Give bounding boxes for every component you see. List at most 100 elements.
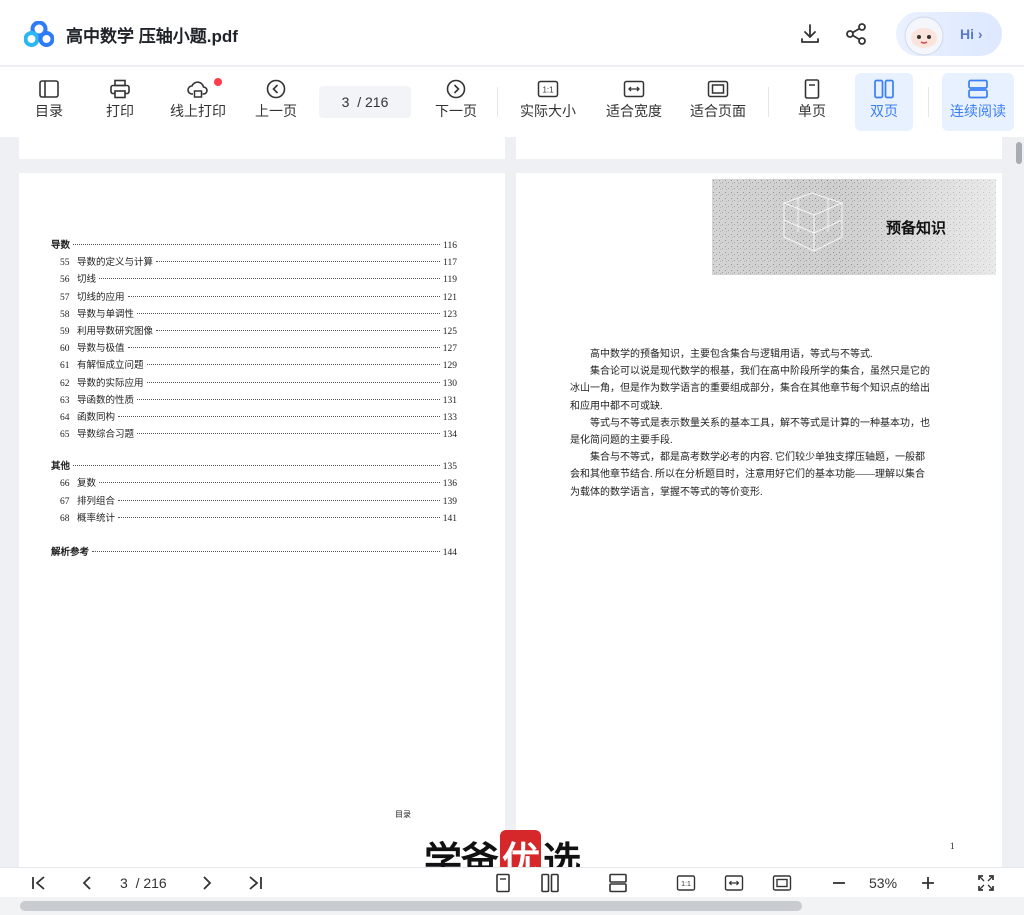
toc-entry[interactable]: 68 概率统计 141 xyxy=(51,510,457,527)
svg-text:1:1: 1:1 xyxy=(681,881,691,888)
toc-entry-page: 127 xyxy=(442,344,457,355)
toc-entry[interactable]: 61 有解恒成立问题 129 xyxy=(51,357,457,374)
toc-entry[interactable]: 55 导数的定义与计算 117 xyxy=(51,254,457,271)
toc-entry-title: 导数与单调性 xyxy=(77,309,135,320)
next-page-button[interactable]: 下一页 xyxy=(432,73,480,131)
double-page-button[interactable]: 双页 xyxy=(855,73,913,131)
horizontal-scrollbar-thumb[interactable] xyxy=(20,901,802,911)
toc-leader-dots xyxy=(137,433,440,435)
toc-entry-title: 导数综合习题 xyxy=(77,430,135,441)
fullscreen-icon[interactable] xyxy=(976,872,996,894)
chapter-banner-image xyxy=(712,179,996,275)
toc-leader-dots xyxy=(99,278,441,280)
toc-entry[interactable]: 其他 135 xyxy=(51,458,457,475)
prev-page-icon[interactable] xyxy=(78,872,96,894)
actual-size-icon[interactable]: 1:1 xyxy=(676,872,696,894)
toc-entry-page: 129 xyxy=(442,361,457,372)
table-of-contents: 导数 116 55 导数的定义与计算 117 56 切线 119 57 切线的应用 121 58 导数与… xyxy=(51,237,457,561)
toc-entry[interactable]: 58 导数与单调性 123 xyxy=(51,306,457,323)
toc-entry-title: 导数与极值 xyxy=(77,344,125,355)
toc-entry-title: 函数同构 xyxy=(77,412,116,423)
toc-entry[interactable]: 67 排列组合 139 xyxy=(51,493,457,510)
assistant-label: Hi › xyxy=(960,26,983,42)
toc-entry[interactable]: 62 导数的实际应用 130 xyxy=(51,375,457,392)
last-page-icon[interactable] xyxy=(246,872,264,894)
continuous-reading-button[interactable]: 连续阅读 xyxy=(942,73,1014,131)
toc-entry-title: 有解恒成立问题 xyxy=(77,361,144,372)
toc-entry[interactable]: 60 导数与极值 127 xyxy=(51,340,457,357)
toc-entry[interactable]: 59 利用导数研究图像 125 xyxy=(51,323,457,340)
svg-text:1:1: 1:1 xyxy=(542,86,554,95)
single-page-view-icon[interactable] xyxy=(494,872,512,894)
toc-button[interactable]: 目录 xyxy=(28,73,70,131)
toc-entry-number: 67 xyxy=(60,496,70,507)
toc-entry[interactable]: 导数 116 xyxy=(51,237,457,254)
toc-entry-title: 导数的实际应用 xyxy=(77,378,144,389)
toc-entry-page: 123 xyxy=(442,309,457,320)
toc-leader-dots xyxy=(73,244,441,245)
share-icon[interactable] xyxy=(844,22,868,46)
notification-dot xyxy=(214,78,222,86)
toc-entry[interactable]: 56 切线 119 xyxy=(51,271,457,288)
bottom-toolbar: 3 / 216 1:1 53% xyxy=(0,867,1024,897)
next-page-icon[interactable] xyxy=(198,872,216,894)
horizontal-scrollbar[interactable] xyxy=(0,897,1024,915)
page-right: 预备知识 高中数学的预备知识，主要包含集合与逻辑用语，等式与不等式. 集合论可以说… xyxy=(516,173,1002,867)
toc-leader-dots xyxy=(73,465,440,467)
toc-entry-page: 117 xyxy=(443,258,457,269)
fit-width-icon[interactable] xyxy=(724,872,744,894)
toc-entry-title: 切线 xyxy=(77,275,97,286)
toc-leader-dots xyxy=(92,551,440,552)
zoom-out-icon[interactable] xyxy=(830,872,848,894)
fit-page-icon[interactable] xyxy=(772,872,792,894)
toc-leader-dots xyxy=(118,499,440,501)
document-viewer[interactable]: 导数 116 55 导数的定义与计算 117 56 切线 119 57 切线的应用 121 58 导数与… xyxy=(0,137,1024,867)
toc-entry-title: 切线的应用 xyxy=(77,292,125,303)
toc-entry-page: 136 xyxy=(442,479,457,490)
single-page-button[interactable]: 单页 xyxy=(786,73,838,131)
vertical-scrollbar-thumb[interactable] xyxy=(1016,142,1022,164)
toc-entry-page: 141 xyxy=(442,513,457,524)
toc-entry-page: 130 xyxy=(442,378,457,389)
toc-entry-title: 概率统计 xyxy=(77,513,116,524)
continuous-view-icon[interactable] xyxy=(608,872,628,894)
bottom-page-indicator[interactable]: 3 / 216 xyxy=(120,872,167,894)
page-left: 导数 116 55 导数的定义与计算 117 56 切线 119 57 切线的应用 121 58 导数与… xyxy=(19,173,505,867)
prev-page-button[interactable]: 上一页 xyxy=(252,73,300,131)
fit-page-button[interactable]: 适合页面 xyxy=(686,73,750,131)
toc-entry[interactable]: 65 导数综合习题 134 xyxy=(51,426,457,443)
toc-entry[interactable]: 64 函数同构 133 xyxy=(51,409,457,426)
double-page-view-icon[interactable] xyxy=(540,872,560,894)
online-print-button[interactable]: 线上打印 xyxy=(166,73,230,131)
assistant-avatar xyxy=(904,16,944,56)
download-icon[interactable] xyxy=(798,22,822,46)
paragraph: 集合论可以说是现代数学的根基，我们在高中阶段所学的集合，虽然只是它的冰山一角，但… xyxy=(570,366,930,412)
toc-entry-number: 63 xyxy=(60,395,70,406)
paragraph: 高中数学的预备知识，主要包含集合与逻辑用语，等式与不等式. xyxy=(590,349,873,360)
ai-assistant-button[interactable]: Hi › xyxy=(896,12,1002,56)
fit-width-icon xyxy=(623,80,645,98)
first-page-icon[interactable] xyxy=(30,872,48,894)
page-number-input[interactable]: 3 / 216 xyxy=(319,86,411,118)
toc-entry-title: 排列组合 xyxy=(77,496,116,507)
toc-leader-dots xyxy=(99,482,440,484)
cloud-print-icon xyxy=(187,81,208,98)
toc-entry[interactable]: 解析参考 144 xyxy=(51,544,457,561)
toc-entry[interactable]: 63 导函数的性质 131 xyxy=(51,392,457,409)
continuous-reading-icon xyxy=(968,79,988,99)
toc-leader-dots xyxy=(118,516,440,518)
previous-page-right-fragment xyxy=(516,137,1002,159)
actual-size-button[interactable]: 1:1 实际大小 xyxy=(516,73,580,131)
fit-width-button[interactable]: 适合宽度 xyxy=(602,73,666,131)
toc-icon xyxy=(39,80,59,98)
print-button[interactable]: 打印 xyxy=(98,73,142,131)
chevron-right-circle-icon xyxy=(446,79,466,99)
zoom-in-icon[interactable] xyxy=(919,872,937,894)
toc-entry-number: 60 xyxy=(60,344,70,355)
toc-entry-number: 64 xyxy=(60,412,70,423)
toc-entry[interactable]: 57 切线的应用 121 xyxy=(51,289,457,306)
toc-entry[interactable]: 66 复数 136 xyxy=(51,475,457,492)
chapter-title: 预备知识 xyxy=(886,220,947,237)
toc-leader-dots xyxy=(118,415,440,417)
toc-entry-page: 144 xyxy=(442,548,457,558)
